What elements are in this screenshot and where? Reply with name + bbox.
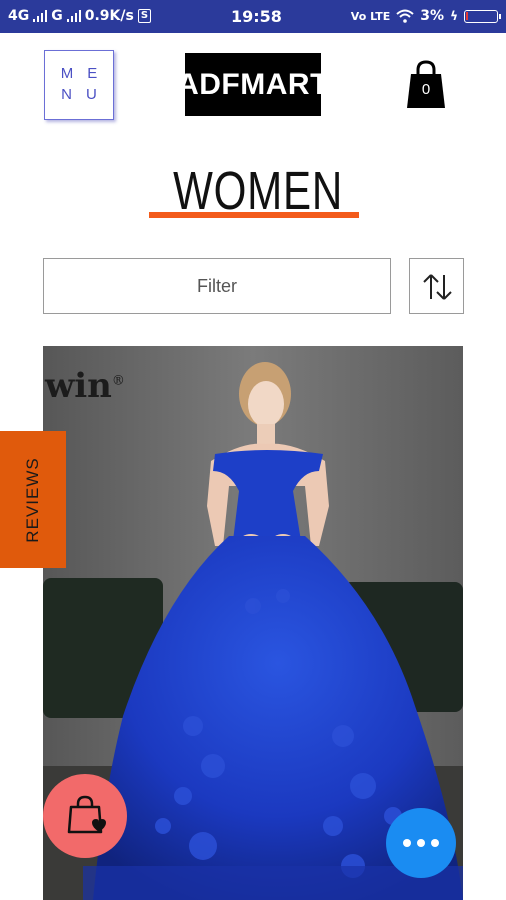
network-speed: 0.9K/s — [84, 8, 134, 24]
cart-button[interactable]: 0 — [405, 60, 447, 110]
signal-icon — [33, 10, 48, 22]
cart-count: 0 — [421, 81, 431, 98]
s-badge: S — [137, 9, 152, 23]
signal-icon-2 — [66, 10, 81, 22]
battery-icon — [464, 9, 501, 23]
status-right: Vo LTE 3% ϟ — [350, 8, 501, 24]
menu-label-line1: ME — [60, 65, 112, 82]
network-label-2: G — [51, 8, 63, 24]
status-left: 4G G 0.9K/s S — [8, 8, 152, 24]
sort-button[interactable] — [409, 258, 464, 314]
shopping-bag-heart-icon — [67, 795, 106, 834]
status-time: 19:58 — [231, 7, 282, 26]
charging-icon: ϟ — [450, 9, 458, 23]
network-label-1: 4G — [8, 8, 30, 24]
brand-logo[interactable]: ADFMART — [177, 53, 328, 116]
filter-input[interactable]: Filter — [43, 258, 391, 314]
watermark-text: win — [45, 366, 112, 406]
wishlist-bag-button[interactable] — [43, 774, 127, 858]
wifi-icon — [396, 9, 414, 23]
title-underline — [149, 212, 359, 218]
watermark-mark: ® — [111, 373, 125, 389]
reviews-tab[interactable]: REVIEWS — [0, 431, 66, 568]
volte-label: Vo LTE — [350, 9, 391, 23]
menu-button[interactable]: ME NU — [44, 50, 114, 120]
more-options-button[interactable] — [386, 808, 456, 878]
battery-percent: 3% — [420, 8, 445, 24]
watermark: win® — [45, 366, 125, 406]
sort-arrows-icon — [423, 274, 452, 300]
reviews-tab-label: REVIEWS — [23, 456, 42, 543]
status-bar: 4G G 0.9K/s S 19:58 Vo LTE 3% ϟ — [0, 0, 506, 33]
menu-label-line2: NU — [61, 86, 111, 103]
